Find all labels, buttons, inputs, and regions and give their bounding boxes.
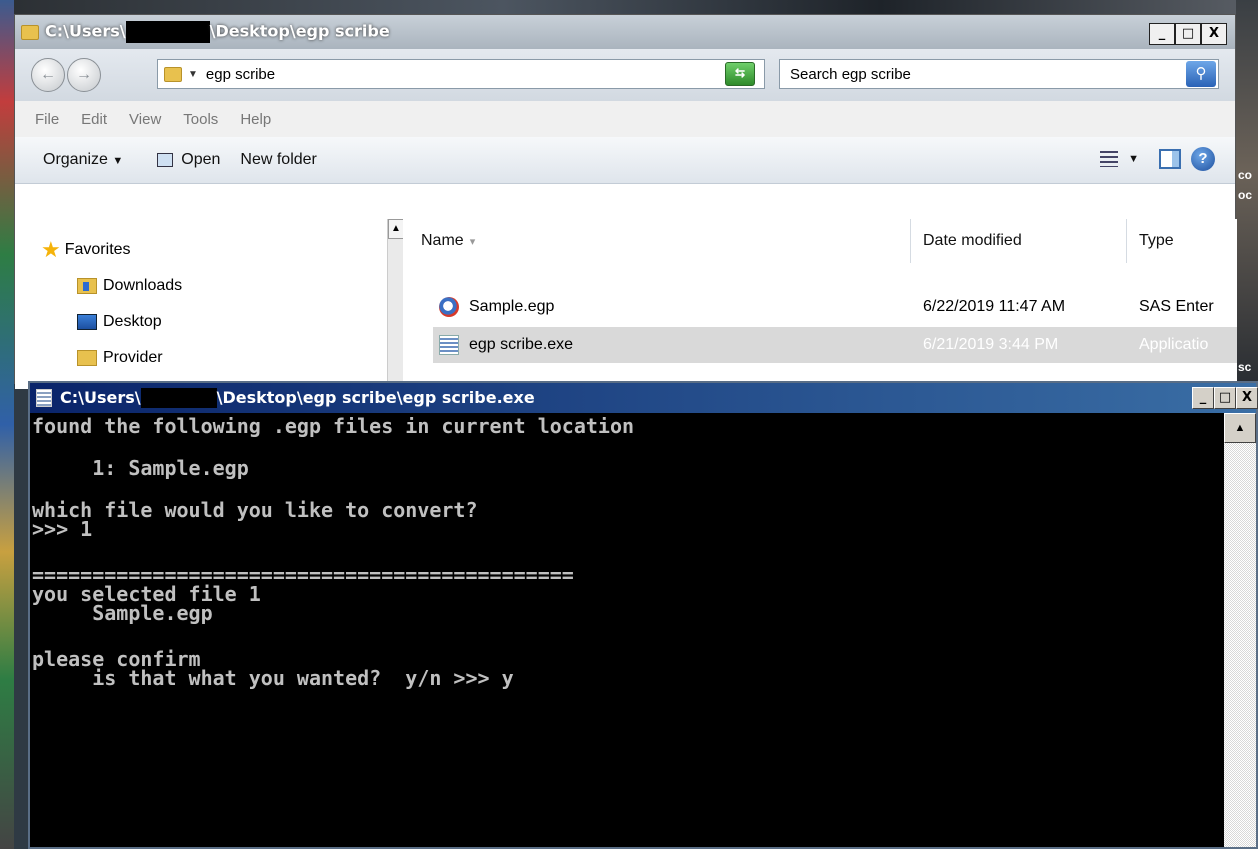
- desktop-text-fragment: oc: [1238, 188, 1253, 202]
- menu-bar: File Edit View Tools Help: [15, 101, 1235, 137]
- chevron-down-icon: ▼: [112, 155, 124, 167]
- view-controls: ▼ ?: [1100, 147, 1215, 171]
- star-icon: ★: [41, 237, 61, 262]
- console-scrollbar[interactable]: ▲: [1224, 413, 1256, 847]
- console-window: C:\Users\ \Desktop\egp scribe\egp scribe.…: [28, 381, 1258, 849]
- scroll-up-icon[interactable]: ▲: [388, 219, 404, 239]
- application-file-icon: [439, 335, 459, 355]
- file-name: egp scribe.exe: [469, 336, 574, 353]
- menu-edit[interactable]: Edit: [81, 111, 107, 128]
- back-button[interactable]: ←: [31, 58, 65, 92]
- search-placeholder: Search egp scribe: [790, 65, 911, 83]
- console-line: which file would you like to convert?: [32, 498, 478, 522]
- desktop-background-top: [0, 0, 1258, 14]
- redacted-username: [125, 21, 210, 43]
- maximize-button[interactable]: □: [1214, 387, 1236, 409]
- file-row[interactable]: Sample.egp 6/22/2019 11:47 AM SAS Enter: [433, 289, 1237, 325]
- menu-tools[interactable]: Tools: [183, 111, 218, 128]
- console-window-controls: _ □ X: [1192, 387, 1258, 409]
- sas-egp-file-icon: [439, 297, 459, 317]
- column-type-label: Type: [1139, 232, 1174, 249]
- sort-indicator-icon: ▾: [469, 235, 476, 248]
- minimize-button[interactable]: _: [1192, 387, 1214, 409]
- console-line: is that what you wanted? y/n >>> y: [32, 666, 514, 690]
- close-button[interactable]: X: [1201, 23, 1227, 45]
- breadcrumb-current[interactable]: egp scribe: [206, 66, 275, 83]
- open-button[interactable]: Open: [181, 151, 220, 169]
- nav-item-downloads[interactable]: Downloads: [77, 277, 182, 295]
- file-row-selected[interactable]: egp scribe.exe 6/21/2019 3:44 PM Applica…: [433, 327, 1237, 363]
- console-title-bar[interactable]: C:\Users\ \Desktop\egp scribe\egp scribe.…: [30, 383, 1258, 413]
- console-line: found the following .egp files in curren…: [32, 417, 635, 438]
- file-date: 6/21/2019 3:44 PM: [923, 336, 1059, 353]
- console-line: 1: Sample.egp: [32, 456, 249, 480]
- organize-button[interactable]: Organize ▼: [43, 151, 123, 169]
- address-row: ← → ▼ egp scribe ▼ ⇆ Search egp scribe ⚲: [15, 49, 1235, 101]
- chevron-down-icon[interactable]: ▼: [1128, 153, 1139, 165]
- navigation-scrollbar[interactable]: ▲: [387, 219, 404, 385]
- scroll-up-icon[interactable]: ▲: [1224, 413, 1256, 443]
- nav-favorites-label: Favorites: [64, 241, 131, 258]
- forward-button[interactable]: →: [67, 58, 101, 92]
- command-bar: Organize ▼ Open New folder ▼ ?: [15, 137, 1235, 184]
- folder-icon: [21, 24, 39, 40]
- folder-icon: [77, 350, 97, 366]
- help-icon[interactable]: ?: [1191, 147, 1215, 171]
- explorer-window-controls: _ □ X: [1149, 23, 1227, 45]
- refresh-icon[interactable]: ⇆: [725, 62, 755, 86]
- nav-favorites[interactable]: ★ Favorites: [41, 237, 131, 262]
- views-icon[interactable]: [1100, 151, 1119, 167]
- folder-icon: [164, 66, 182, 82]
- column-header-name[interactable]: Name ▾: [403, 219, 911, 263]
- explorer-title-bar[interactable]: C:\Users\ \Desktop\egp scribe _ □ X: [15, 15, 1235, 49]
- new-folder-button[interactable]: New folder: [240, 151, 316, 169]
- search-input[interactable]: Search egp scribe ⚲: [779, 59, 1219, 89]
- preview-pane-icon[interactable]: [1159, 149, 1181, 169]
- file-name: Sample.egp: [469, 298, 555, 315]
- explorer-window: C:\Users\ \Desktop\egp scribe _ □ X ← → ▼…: [14, 14, 1237, 389]
- column-date-label: Date modified: [923, 232, 1022, 249]
- open-icon[interactable]: [157, 153, 174, 167]
- address-bar[interactable]: ▼ egp scribe ▼: [157, 59, 765, 89]
- scrollbar-track[interactable]: [1224, 443, 1256, 847]
- organize-label: Organize: [43, 151, 108, 168]
- console-line: Sample.egp: [32, 601, 213, 625]
- nav-item-label: Provider: [103, 349, 163, 366]
- nav-item-label: Downloads: [103, 277, 183, 294]
- redacted-username: [140, 388, 217, 409]
- close-button[interactable]: X: [1236, 387, 1258, 409]
- menu-file[interactable]: File: [35, 111, 59, 128]
- nav-item-desktop[interactable]: Desktop: [77, 313, 162, 331]
- console-output[interactable]: found the following .egp files in curren…: [32, 417, 1222, 847]
- back-arrow-icon: ←: [40, 66, 56, 83]
- file-list: Name ▾ Date modified Type Sample.egp 6/22…: [403, 219, 1237, 385]
- menu-help[interactable]: Help: [240, 111, 271, 128]
- desktop-text-fragment: co: [1238, 168, 1253, 182]
- desktop-background-left: [0, 0, 14, 849]
- menu-view[interactable]: View: [129, 111, 161, 128]
- column-header-type[interactable]: Type: [1127, 219, 1237, 263]
- column-name-label: Name: [421, 232, 464, 249]
- navigation-pane: ★ Favorites Downloads Desktop Provider: [15, 219, 401, 389]
- forward-arrow-icon: →: [76, 66, 92, 83]
- desktop-text-fragment: sc: [1238, 360, 1252, 374]
- explorer-title: C:\Users\ \Desktop\egp scribe: [45, 21, 390, 43]
- console-line: >>> 1: [32, 517, 93, 541]
- nav-item-label: Desktop: [103, 313, 162, 330]
- search-icon[interactable]: ⚲: [1186, 61, 1216, 87]
- file-type: SAS Enter: [1139, 298, 1214, 315]
- file-date: 6/22/2019 11:47 AM: [923, 298, 1066, 315]
- console-app-icon[interactable]: [36, 389, 52, 407]
- maximize-button[interactable]: □: [1175, 23, 1201, 45]
- breadcrumb-chevron-icon[interactable]: ▼: [188, 69, 198, 80]
- console-title: C:\Users\ \Desktop\egp scribe\egp scribe.…: [60, 387, 535, 409]
- file-type: Applicatio: [1139, 336, 1209, 353]
- desktop-icon: [77, 314, 97, 330]
- downloads-folder-icon: [77, 278, 97, 294]
- column-header-date[interactable]: Date modified: [911, 219, 1127, 263]
- minimize-button[interactable]: _: [1149, 23, 1175, 45]
- nav-item-provider[interactable]: Provider: [77, 349, 163, 367]
